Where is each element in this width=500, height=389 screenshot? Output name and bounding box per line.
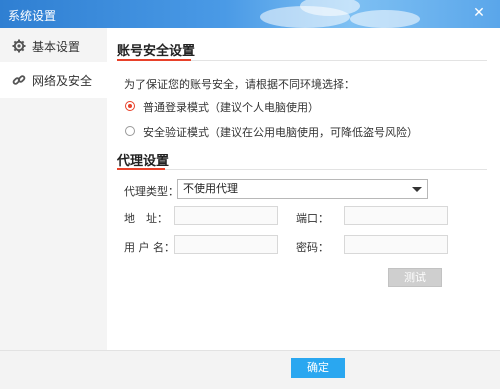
sidebar-item-basic-settings[interactable]: 基本设置	[0, 28, 107, 64]
proxy-type-select[interactable]: 不使用代理	[177, 179, 428, 199]
section-divider	[117, 168, 487, 170]
chevron-down-icon	[412, 187, 422, 192]
password-input[interactable]	[344, 235, 448, 254]
sidebar-item-label: 基本设置	[32, 39, 81, 54]
address-label: 地 址：	[124, 212, 168, 225]
account-security-title: 账号安全设置	[117, 44, 196, 59]
sidebar-item-label: 网络及安全	[32, 73, 93, 88]
radio-secure-verify-label[interactable]: 安全验证模式（建议在公用电脑使用，可降低盗号风险）	[143, 124, 418, 140]
gear-icon	[12, 39, 26, 53]
password-label: 密码：	[296, 241, 329, 254]
address-input[interactable]	[174, 206, 278, 225]
link-icon	[12, 73, 26, 87]
title-bar: 系统设置 ✕	[0, 0, 500, 28]
radio-secure-verify[interactable]	[125, 126, 135, 136]
account-security-description: 为了保证您的账号安全，请根据不同环境选择：	[124, 78, 355, 91]
footer-bar	[0, 350, 500, 389]
radio-normal-login-label[interactable]: 普通登录模式（建议个人电脑使用）	[143, 99, 319, 115]
ok-button[interactable]: 确定	[291, 358, 345, 378]
sidebar-item-network-security[interactable]: 网络及安全	[0, 62, 107, 98]
proxy-type-label: 代理类型：	[124, 185, 179, 198]
proxy-type-value: 不使用代理	[183, 182, 238, 195]
port-input[interactable]	[344, 206, 448, 225]
radio-normal-login[interactable]	[125, 101, 135, 111]
close-icon[interactable]: ✕	[470, 4, 488, 22]
proxy-settings-title: 代理设置	[117, 154, 170, 169]
sidebar: 基本设置 网络及安全	[0, 28, 107, 350]
window-title: 系统设置	[8, 9, 57, 23]
username-input[interactable]	[174, 235, 278, 254]
test-button[interactable]: 测试	[388, 268, 442, 287]
port-label: 端口：	[296, 212, 329, 225]
username-label: 用 户 名：	[124, 241, 175, 254]
section-divider	[117, 59, 487, 61]
